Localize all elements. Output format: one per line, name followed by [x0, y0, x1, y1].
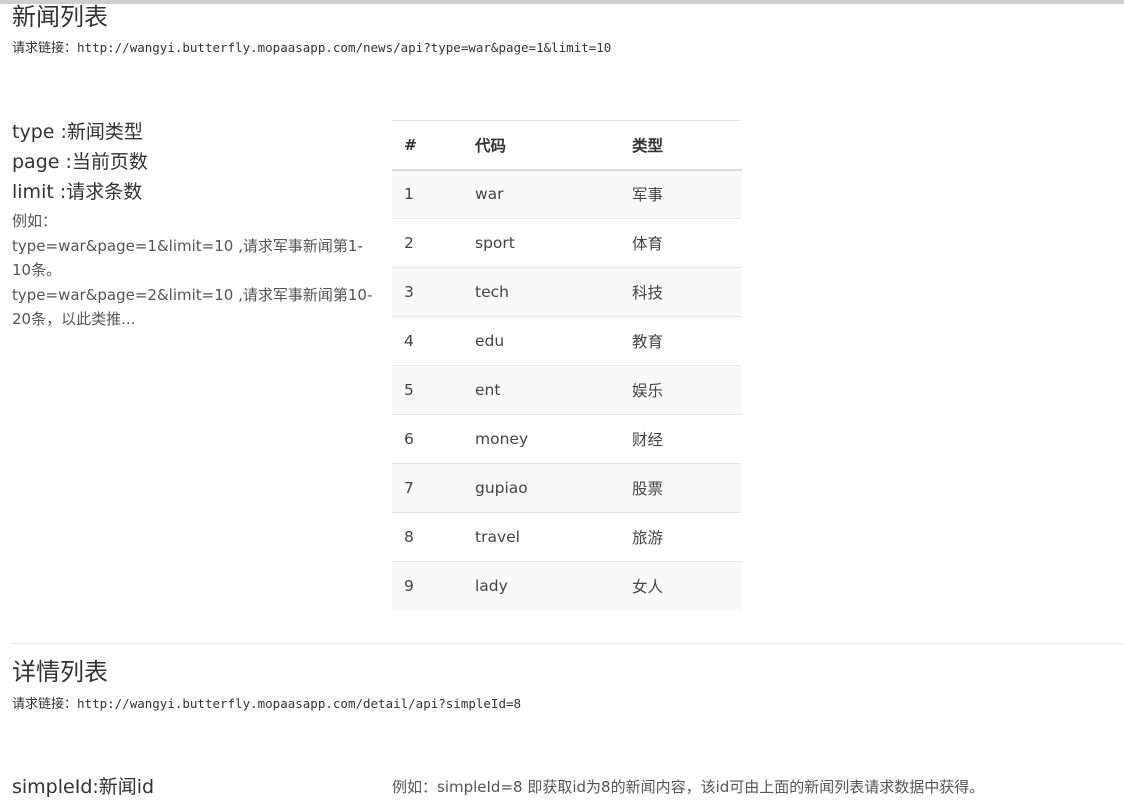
table-row: 1 war 军事	[392, 169, 742, 219]
detail-request-url: http://wangyi.butterfly.mopaasapp.com/de…	[77, 696, 522, 711]
row-type: 科技	[620, 267, 742, 317]
row-type: 军事	[620, 169, 742, 219]
detail-request-line: 请求链接：http://wangyi.butterfly.mopaasapp.c…	[12, 695, 521, 714]
row-index: 4	[392, 316, 463, 366]
table-row: 7 gupiao 股票	[392, 463, 742, 513]
table-row: 6 money 财经	[392, 414, 742, 464]
row-type: 娱乐	[620, 365, 742, 415]
header-index: #	[392, 120, 463, 171]
row-index: 2	[392, 218, 463, 268]
table-row: 8 travel 旅游	[392, 512, 742, 562]
param-simpleid: simpleId:新闻id	[12, 776, 155, 798]
section-divider	[12, 643, 1124, 644]
header-code: 代码	[463, 120, 620, 171]
row-code: edu	[463, 316, 620, 366]
row-type: 股票	[620, 463, 742, 513]
table-row: 2 sport 体育	[392, 218, 742, 268]
param-type: type :新闻类型	[12, 121, 143, 143]
row-code: money	[463, 414, 620, 464]
row-index: 6	[392, 414, 463, 464]
news-type-table: # 代码 类型 1 war 军事 2 sport 体育 3 tech 科技 4 …	[392, 120, 742, 611]
row-index: 9	[392, 561, 463, 611]
top-border	[0, 0, 1124, 4]
row-index: 5	[392, 365, 463, 415]
row-type: 女人	[620, 561, 742, 611]
table-row: 3 tech 科技	[392, 267, 742, 317]
header-type: 类型	[620, 120, 742, 171]
news-request-url: http://wangyi.butterfly.mopaasapp.com/ne…	[77, 40, 612, 55]
news-example: 例如： type=war&page=1&limit=10 ,请求军事新闻第1-1…	[12, 209, 377, 332]
row-index: 1	[392, 169, 463, 219]
example-line: 例如：	[12, 212, 58, 230]
detail-request-label: 请求链接：	[12, 697, 78, 712]
row-type: 旅游	[620, 512, 742, 562]
table-header-row: # 代码 类型	[392, 120, 742, 171]
news-list-title: 新闻列表	[12, 3, 108, 31]
row-code: travel	[463, 512, 620, 562]
row-code: war	[463, 169, 620, 219]
row-index: 8	[392, 512, 463, 562]
param-limit: limit :请求条数	[12, 181, 143, 203]
news-request-label: 请求链接：	[12, 41, 78, 56]
row-type: 体育	[620, 218, 742, 268]
row-index: 3	[392, 267, 463, 317]
news-params: type :新闻类型 page :当前页数 limit :请求条数 例如： ty…	[12, 117, 377, 332]
row-type: 财经	[620, 414, 742, 464]
row-type: 教育	[620, 316, 742, 366]
news-request-line: 请求链接：http://wangyi.butterfly.mopaasapp.c…	[12, 39, 611, 58]
example-line: type=war&page=1&limit=10 ,请求军事新闻第1-10条。	[12, 236, 363, 280]
table-row: 5 ent 娱乐	[392, 365, 742, 415]
table-row: 4 edu 教育	[392, 316, 742, 366]
row-code: tech	[463, 267, 620, 317]
row-code: ent	[463, 365, 620, 415]
detail-example: 例如：simpleId=8 即获取id为8的新闻内容，该id可由上面的新闻列表请…	[392, 778, 985, 796]
example-line: type=war&page=2&limit=10 ,请求军事新闻第10-20条，…	[12, 285, 373, 329]
row-code: gupiao	[463, 463, 620, 513]
row-code: lady	[463, 561, 620, 611]
param-page: page :当前页数	[12, 151, 148, 173]
detail-list-title: 详情列表	[12, 658, 108, 686]
row-code: sport	[463, 218, 620, 268]
table-row: 9 lady 女人	[392, 561, 742, 611]
row-index: 7	[392, 463, 463, 513]
